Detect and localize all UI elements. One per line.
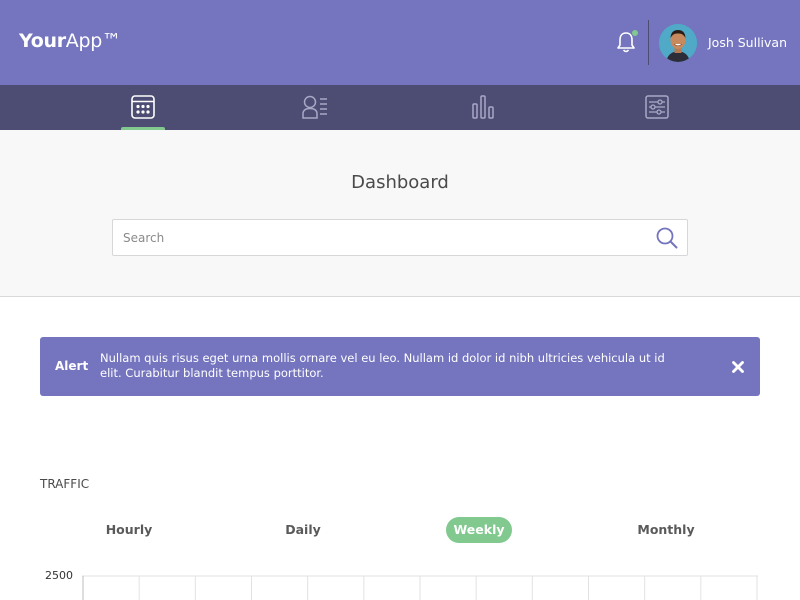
- nav-item-members[interactable]: [292, 85, 336, 130]
- alert-banner: Alert Nullam quis risus eget urna mollis…: [40, 337, 760, 396]
- search-icon[interactable]: [656, 227, 678, 253]
- app-logo[interactable]: YourApp™: [19, 30, 121, 52]
- app-header: YourApp™ Josh Sullivan: [0, 0, 800, 85]
- chart-vertical-gridlines: [82, 576, 758, 600]
- nav-item-analytics[interactable]: [461, 85, 505, 130]
- nav-item-calendar[interactable]: [121, 85, 165, 130]
- main-nav: [0, 85, 800, 130]
- traffic-chart-grid: [82, 575, 758, 600]
- traffic-title: TRAFFIC: [40, 477, 90, 491]
- settings-sliders-icon: [645, 95, 669, 119]
- notification-dot: [632, 30, 638, 36]
- page-title: Dashboard: [351, 172, 449, 193]
- user-avatar[interactable]: [659, 24, 697, 62]
- tab-hourly[interactable]: Hourly: [104, 517, 154, 543]
- search-input[interactable]: [113, 220, 643, 255]
- dashboard-header: Dashboard: [0, 130, 800, 297]
- close-icon[interactable]: [730, 359, 746, 375]
- user-name[interactable]: Josh Sullivan: [708, 35, 787, 50]
- members-icon: [302, 95, 327, 119]
- alert-message: Nullam quis risus eget urna mollis ornar…: [100, 351, 665, 380]
- tab-weekly[interactable]: Weekly: [446, 517, 512, 543]
- alert-label: Alert: [55, 359, 89, 373]
- tab-daily[interactable]: Daily: [284, 517, 322, 543]
- search-box: [112, 219, 688, 256]
- calendar-icon: [131, 95, 155, 119]
- logo-rest-text: App™: [65, 30, 121, 52]
- tab-monthly[interactable]: Monthly: [636, 517, 696, 543]
- logo-bold-text: Your: [19, 30, 66, 52]
- bar-chart-icon: [472, 95, 494, 119]
- nav-item-settings[interactable]: [635, 85, 679, 130]
- header-divider: [648, 20, 649, 65]
